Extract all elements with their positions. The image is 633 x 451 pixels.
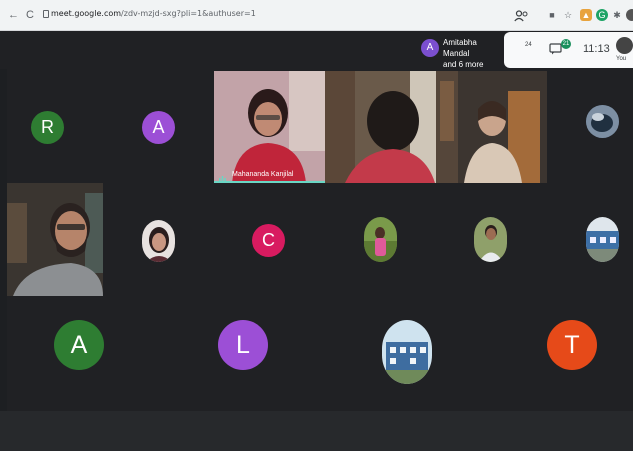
participant-photo-avatar <box>474 217 507 262</box>
video-tile-participant[interactable] <box>7 183 103 296</box>
participant-photo-avatar <box>586 105 619 138</box>
chat-count-badge: 21 <box>561 39 571 49</box>
grammar-extension-icon[interactable]: G <box>596 9 608 21</box>
participant-photo-avatar <box>586 217 619 262</box>
extension-icon[interactable]: ▲ <box>580 9 592 21</box>
presenter-name: Amitabha Mandal <box>443 38 477 58</box>
reload-icon[interactable]: C <box>26 9 34 22</box>
url-host: meet.google.com <box>51 9 122 18</box>
back-arrow-icon[interactable]: ← <box>8 9 19 22</box>
address-bar[interactable]: meet.google.com/zdv-mzjd-sxg?pli=1&authu… <box>51 9 256 18</box>
self-view-avatar[interactable] <box>616 37 633 54</box>
participant-avatar-a: A <box>54 320 104 370</box>
video-tile-active-speaker[interactable]: Mahananda Kanjilal <box>214 71 325 183</box>
bookmark-star-icon[interactable]: ☆ <box>562 9 574 21</box>
video-tile-participant[interactable] <box>325 71 436 183</box>
video-tile-participant[interactable] <box>436 71 547 183</box>
meet-window: ← C meet.google.com/zdv-mzjd-sxg?pli=1&a… <box>0 0 633 451</box>
presenter-avatar: A <box>421 39 439 57</box>
participant-avatar-l: L <box>218 320 268 370</box>
browser-toolbar: ← C meet.google.com/zdv-mzjd-sxg?pli=1&a… <box>0 0 633 31</box>
presenter-label: Amitabha Mandal and 6 more <box>443 37 503 70</box>
puzzle-extensions-icon[interactable]: ✱ <box>611 9 623 21</box>
profile-avatar[interactable] <box>626 9 633 21</box>
participant-photo-avatar <box>142 220 175 262</box>
speaker-name-label: Mahananda Kanjilal <box>232 171 294 178</box>
self-view-label: You <box>616 56 627 62</box>
participant-video <box>325 71 436 183</box>
meeting-info-panel <box>504 32 633 68</box>
camera-permission-icon[interactable]: ■ <box>546 9 558 21</box>
chat-icon[interactable] <box>549 43 562 58</box>
participant-avatar-r: R <box>31 111 64 144</box>
meeting-time: 11:13 <box>583 43 610 55</box>
people-icon[interactable] <box>514 10 529 25</box>
participant-avatar-c: C <box>252 224 285 257</box>
participant-photo-avatar <box>382 320 432 384</box>
url-path: /zdv-mzjd-sxg?pli=1&authuser=1 <box>121 9 256 18</box>
participant-video <box>7 183 103 296</box>
participant-avatar-t: T <box>547 320 597 370</box>
meet-control-bar <box>0 411 633 451</box>
participant-photo-avatar <box>364 217 397 262</box>
audio-level-icon <box>219 170 226 183</box>
lock-icon <box>43 10 49 18</box>
people-count: 24 <box>525 42 532 48</box>
participant-avatar-a: A <box>142 111 175 144</box>
participant-video <box>436 71 547 183</box>
speaker-video <box>214 71 325 183</box>
speaking-indicator <box>214 181 325 183</box>
